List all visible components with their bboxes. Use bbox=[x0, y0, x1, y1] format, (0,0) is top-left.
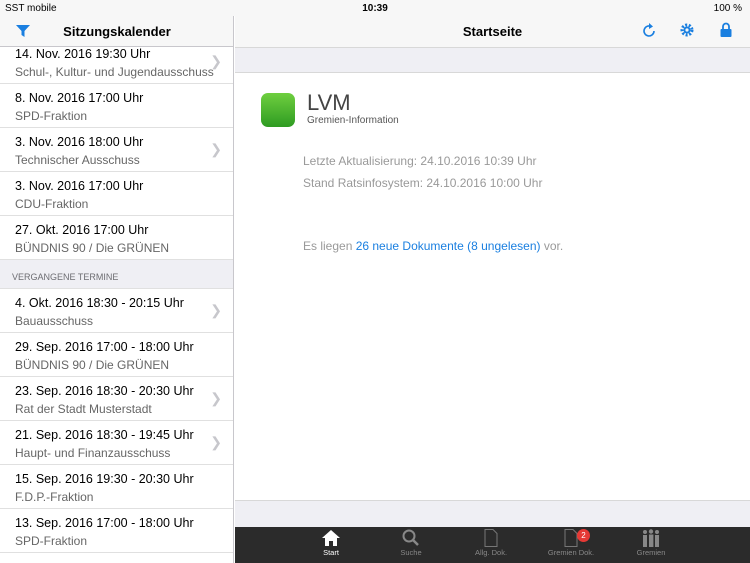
status-bar: SST mobile 10:39 100 % bbox=[0, 0, 750, 16]
badge-count: 2 bbox=[577, 529, 590, 542]
tab-start[interactable]: Start bbox=[301, 527, 361, 557]
battery: 100 % bbox=[713, 3, 742, 14]
meeting-date: 3. Nov. 2016 18:00 Uhr bbox=[15, 135, 144, 149]
meeting-date: 27. Okt. 2016 17:00 Uhr bbox=[15, 223, 149, 237]
meeting-committee: SPD-Fraktion bbox=[15, 534, 88, 548]
tab-gremien[interactable]: Gremien bbox=[621, 527, 681, 557]
meeting-row[interactable]: 23. Sep. 2016 18:30 - 20:30 Uhr Rat der S… bbox=[0, 377, 233, 421]
meeting-row[interactable]: 27. Okt. 2016 17:00 Uhr BÜNDNIS 90 / Die … bbox=[0, 216, 233, 260]
page-title: Startseite bbox=[462, 24, 523, 39]
tab-label: Suche bbox=[400, 548, 422, 557]
meeting-list[interactable]: 14. Nov. 2016 19:30 Uhr Schul-, Kultur- u… bbox=[0, 40, 233, 553]
meeting-date: 14. Nov. 2016 19:30 Uhr bbox=[15, 47, 151, 61]
meeting-date: 13. Sep. 2016 17:00 - 18:00 Uhr bbox=[15, 516, 194, 530]
new-docs-link[interactable]: 26 neue Dokumente (8 ungelesen) bbox=[356, 239, 541, 253]
gear-icon[interactable] bbox=[679, 22, 695, 38]
home-icon bbox=[322, 530, 340, 546]
meeting-date: 3. Nov. 2016 17:00 Uhr bbox=[15, 179, 144, 193]
lvm-logo-icon bbox=[261, 93, 295, 127]
sidebar: 14. Nov. 2016 19:30 Uhr Schul-, Kultur- u… bbox=[0, 0, 234, 563]
docs-prefix: Es liegen bbox=[303, 239, 356, 253]
search-icon bbox=[402, 529, 419, 546]
lock-icon[interactable] bbox=[720, 22, 732, 38]
chevron-right-icon: ❯ bbox=[210, 302, 222, 318]
meeting-committee: BÜNDNIS 90 / Die GRÜNEN bbox=[15, 358, 170, 372]
tab-bar: Start Suche Allg. Dok. 2 Gremien Dok. Gr… bbox=[235, 527, 750, 563]
meeting-date: 4. Okt. 2016 18:30 - 20:15 Uhr bbox=[15, 296, 184, 310]
chevron-right-icon: ❯ bbox=[210, 434, 222, 450]
meeting-row[interactable]: 3. Nov. 2016 18:00 Uhr Technischer Aussch… bbox=[0, 128, 233, 172]
meeting-committee: SPD-Fraktion bbox=[15, 109, 88, 123]
tab-allg-dok[interactable]: Allg. Dok. bbox=[461, 527, 521, 557]
meeting-committee: Schul-, Kultur- und Jugendausschuss bbox=[15, 65, 214, 79]
meeting-date: 21. Sep. 2016 18:30 - 19:45 Uhr bbox=[15, 428, 194, 442]
meeting-committee: F.D.P.-Fraktion bbox=[15, 490, 94, 504]
meeting-committee: Rat der Stadt Musterstadt bbox=[15, 402, 152, 416]
meeting-committee: Technischer Ausschuss bbox=[15, 153, 140, 167]
meeting-date: 29. Sep. 2016 17:00 - 18:00 Uhr bbox=[15, 340, 194, 354]
new-docs-text: Es liegen 26 neue Dokumente (8 ungelesen… bbox=[303, 239, 563, 253]
header-strip bbox=[235, 47, 750, 73]
tab-label: Start bbox=[323, 548, 339, 557]
sidebar-title: Sitzungskalender bbox=[63, 24, 171, 39]
section-header-past: VERGANGENE TERMINE bbox=[0, 260, 233, 289]
meeting-date: 8. Nov. 2016 17:00 Uhr bbox=[15, 91, 144, 105]
meeting-date: 23. Sep. 2016 18:30 - 20:30 Uhr bbox=[15, 384, 194, 398]
home-content: LVM Gremien-Information Letzte Aktualisi… bbox=[235, 73, 750, 500]
tab-label: Gremien Dok. bbox=[547, 548, 595, 557]
meeting-row[interactable]: 15. Sep. 2016 19:30 - 20:30 Uhr F.D.P.-Fr… bbox=[0, 465, 233, 509]
footer-strip bbox=[235, 500, 750, 527]
brand-subtitle: Gremien-Information bbox=[307, 115, 399, 126]
meeting-committee: BÜNDNIS 90 / Die GRÜNEN bbox=[15, 241, 170, 255]
chevron-right-icon: ❯ bbox=[210, 53, 222, 69]
meeting-row[interactable]: 8. Nov. 2016 17:00 Uhr SPD-Fraktion bbox=[0, 84, 233, 128]
chevron-right-icon: ❯ bbox=[210, 390, 222, 406]
meeting-row[interactable]: 3. Nov. 2016 17:00 Uhr CDU-Fraktion bbox=[0, 172, 233, 216]
meeting-row[interactable]: 4. Okt. 2016 18:30 - 20:15 Uhr Bauausschu… bbox=[0, 289, 233, 333]
chevron-right-icon: ❯ bbox=[210, 141, 222, 157]
last-update: Letzte Aktualisierung: 24.10.2016 10:39 … bbox=[303, 154, 537, 168]
meeting-row[interactable]: 21. Sep. 2016 18:30 - 19:45 Uhr Haupt- un… bbox=[0, 421, 233, 465]
main-nav-bar: Startseite bbox=[235, 16, 750, 47]
people-icon bbox=[643, 529, 659, 547]
tab-label: Gremien bbox=[636, 548, 666, 557]
tab-label: Allg. Dok. bbox=[474, 548, 508, 557]
meeting-row[interactable]: 13. Sep. 2016 17:00 - 18:00 Uhr SPD-Frakt… bbox=[0, 509, 233, 553]
ris-state: Stand Ratsinfosystem: 24.10.2016 10:00 U… bbox=[303, 176, 543, 190]
meeting-date: 15. Sep. 2016 19:30 - 20:30 Uhr bbox=[15, 472, 194, 486]
tab-gremien-dok[interactable]: 2 Gremien Dok. bbox=[541, 527, 601, 557]
meeting-committee: Haupt- und Finanzausschuss bbox=[15, 446, 171, 460]
sidebar-nav-bar: Sitzungskalender bbox=[0, 16, 233, 47]
docs-suffix: vor. bbox=[540, 239, 564, 253]
tab-suche[interactable]: Suche bbox=[381, 527, 441, 557]
document-icon bbox=[484, 529, 498, 547]
refresh-icon[interactable] bbox=[641, 22, 657, 40]
brand-name: LVM bbox=[307, 90, 351, 115]
clock: 10:39 bbox=[362, 3, 388, 14]
meeting-row[interactable]: 29. Sep. 2016 17:00 - 18:00 Uhr BÜNDNIS 9… bbox=[0, 333, 233, 377]
meeting-committee: CDU-Fraktion bbox=[15, 197, 89, 211]
meeting-committee: Bauausschuss bbox=[15, 314, 94, 328]
